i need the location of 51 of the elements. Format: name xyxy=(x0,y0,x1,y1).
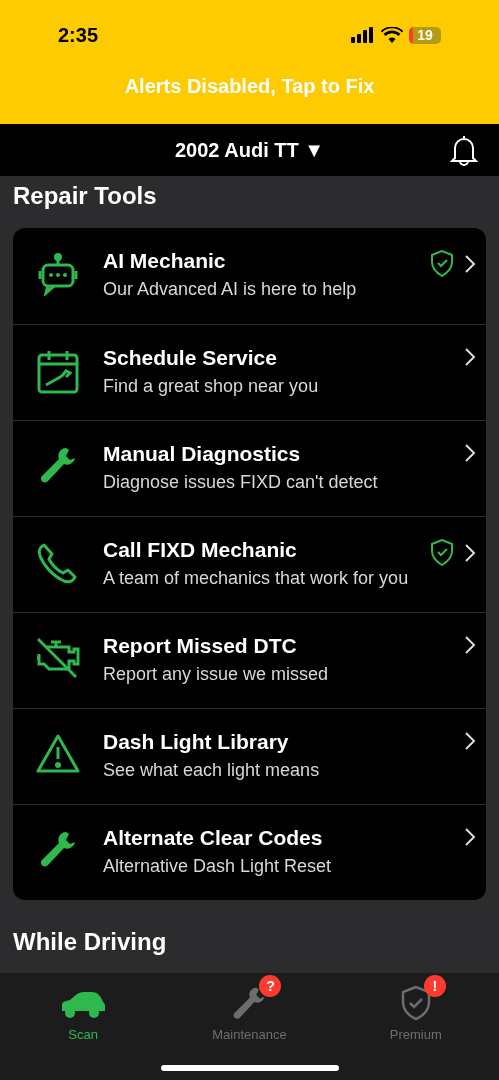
tool-title: Call FIXD Mechanic xyxy=(103,537,298,563)
tool-row[interactable]: Dash Light Library See what each light means xyxy=(13,708,486,804)
bell-icon[interactable] xyxy=(449,134,479,166)
tool-row[interactable]: Call FIXD Mechanic A team of mechanics that work for you xyxy=(13,516,486,612)
notification-badge: ? xyxy=(259,975,282,997)
tool-title: Alternate Clear Codes xyxy=(103,825,324,851)
tool-title: Dash Light Library xyxy=(103,729,290,755)
chevron-right-icon xyxy=(464,542,476,563)
chevron-right-icon xyxy=(464,731,476,751)
section-title: While Driving xyxy=(13,927,168,957)
chevron-right-icon xyxy=(464,347,476,367)
vehicle-selector[interactable]: 2002 Audi TT ▼ xyxy=(174,135,325,165)
tool-title: Schedule Service xyxy=(103,345,278,371)
tool-row[interactable]: Report Missed DTC Report any issue we missed xyxy=(13,612,486,708)
calendar-wrench-icon xyxy=(36,349,80,395)
notification-banner[interactable]: 2:35 19 Alerts Disabled, Tap to Fix xyxy=(0,0,499,124)
shield-check-icon xyxy=(399,985,432,1021)
wrench-icon xyxy=(38,445,78,485)
tab[interactable]: Scan xyxy=(0,973,167,1049)
tool-subtitle: Find a great shop near you xyxy=(103,375,320,398)
section-title: Repair Tools xyxy=(13,181,158,211)
battery-indicator: 19 xyxy=(409,26,441,44)
chevron-right-icon xyxy=(464,635,476,655)
tab[interactable]: ? Maintenance xyxy=(166,973,333,1049)
car-icon xyxy=(60,991,107,1021)
tool-row[interactable]: Alternate Clear Codes Alternative Dash Light Reset xyxy=(13,804,486,900)
wrench-icon xyxy=(38,829,78,869)
tool-subtitle: Our Advanced AI is here to help xyxy=(103,278,358,301)
tool-subtitle: Report any issue we missed xyxy=(103,663,330,686)
status-time: 2:35 xyxy=(58,23,99,48)
chevron-right-icon xyxy=(464,253,476,274)
banner-text: Alerts Disabled, Tap to Fix xyxy=(124,75,375,97)
tool-subtitle: A team of mechanics that work for you xyxy=(103,567,410,590)
tool-title: Report Missed DTC xyxy=(103,633,298,659)
signal-icon xyxy=(351,27,375,43)
tab[interactable]: ! Premium xyxy=(332,973,499,1049)
tool-row[interactable]: Schedule Service Find a great shop near you xyxy=(13,324,486,420)
tool-row[interactable]: Manual Diagnostics Diagnose issues FIXD can't detect xyxy=(13,420,486,516)
tool-subtitle: Alternative Dash Light Reset xyxy=(103,855,333,878)
tool-subtitle: See what each light means xyxy=(103,759,321,782)
chevron-right-icon xyxy=(464,827,476,847)
tool-title: AI Mechanic xyxy=(103,248,227,274)
robot-icon xyxy=(36,252,80,296)
tool-title: Manual Diagnostics xyxy=(103,441,302,467)
tool-row[interactable]: AI Mechanic Our Advanced AI is here to help xyxy=(13,228,486,324)
tool-subtitle: Diagnose issues FIXD can't detect xyxy=(103,471,379,494)
notification-badge: ! xyxy=(423,975,446,997)
chevron-right-icon xyxy=(464,443,476,463)
warning-icon xyxy=(35,733,81,775)
engine-off-icon xyxy=(35,637,81,679)
wifi-icon xyxy=(381,27,403,43)
